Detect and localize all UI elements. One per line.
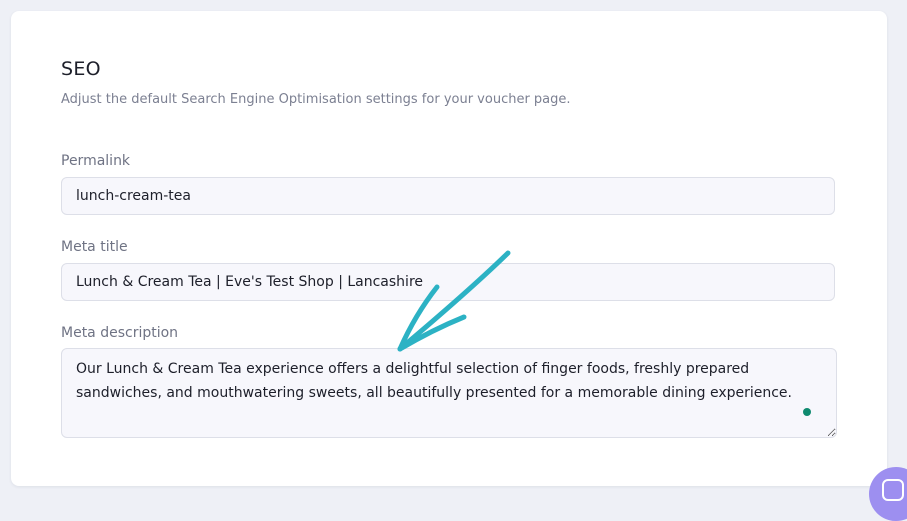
meta-title-input[interactable] <box>61 263 835 301</box>
section-subtitle: Adjust the default Search Engine Optimis… <box>61 92 571 107</box>
chat-icon <box>882 479 904 501</box>
status-dot <box>803 408 811 416</box>
permalink-input[interactable] <box>61 177 835 215</box>
seo-card: SEO Adjust the default Search Engine Opt… <box>11 11 887 486</box>
meta-title-label: Meta title <box>61 239 128 255</box>
permalink-label: Permalink <box>61 153 131 169</box>
meta-description-textarea[interactable]: Our Lunch & Cream Tea experience offers … <box>61 348 837 438</box>
section-title: SEO <box>61 58 101 80</box>
meta-description-label: Meta description <box>61 325 179 341</box>
